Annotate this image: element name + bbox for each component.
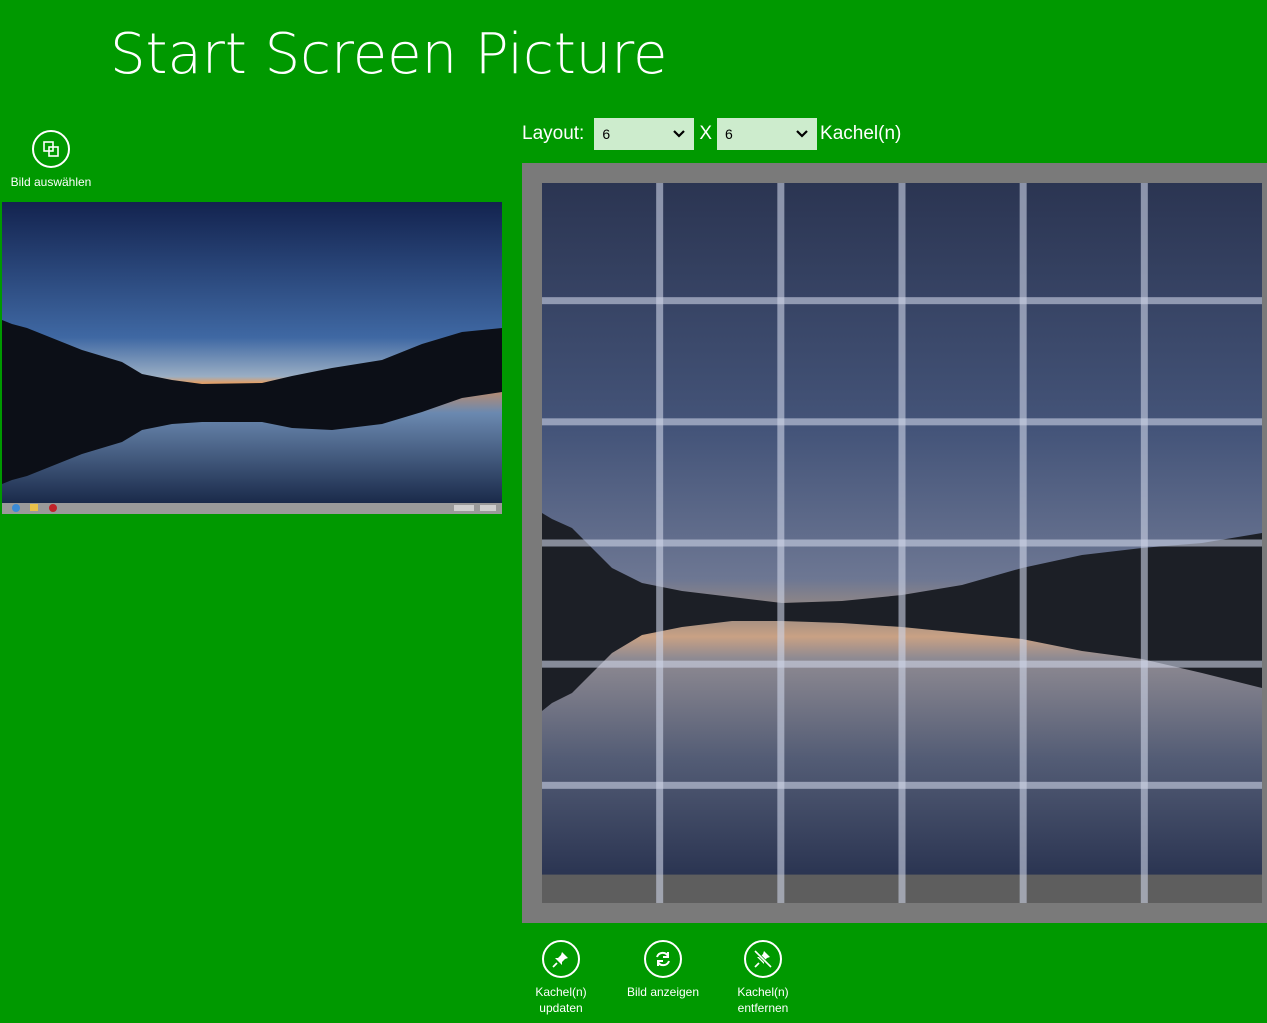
tile[interactable] (663, 425, 777, 539)
tile-grid-lines (542, 183, 1262, 903)
grid-separator-horizontal (542, 781, 1262, 789)
tile[interactable] (784, 668, 898, 782)
tile[interactable] (663, 547, 777, 661)
grid-separator-horizontal (542, 539, 1262, 547)
tile[interactable] (784, 789, 898, 903)
tile[interactable] (1148, 183, 1262, 297)
image-preview (2, 202, 502, 514)
tile[interactable] (906, 789, 1020, 903)
layout-separator: X (699, 123, 713, 144)
tile[interactable] (1027, 668, 1141, 782)
tile[interactable] (906, 668, 1020, 782)
chevron-down-icon (795, 126, 809, 142)
select-image-icon (32, 130, 70, 168)
tile[interactable] (906, 183, 1020, 297)
tile[interactable] (1027, 789, 1141, 903)
tile[interactable] (784, 183, 898, 297)
grid-separator-horizontal (542, 297, 1262, 305)
rows-select[interactable]: 6 (594, 118, 695, 150)
tile[interactable] (663, 789, 777, 903)
tile[interactable] (1148, 304, 1262, 418)
rows-select-value: 6 (602, 126, 611, 142)
show-image-button[interactable]: Bild anzeigen (608, 940, 718, 1000)
tile[interactable] (906, 425, 1020, 539)
remove-tiles-label-line1: Kachel(n) (737, 985, 789, 999)
tile[interactable] (542, 668, 656, 782)
tile[interactable] (1027, 304, 1141, 418)
layout-controls: Layout: 6 X 6 Kachel(n) (522, 118, 901, 150)
tile[interactable] (663, 183, 777, 297)
select-image-label: Bild auswählen (10, 175, 92, 189)
chevron-down-icon (672, 126, 686, 142)
tile[interactable] (1027, 547, 1141, 661)
tile[interactable] (1148, 547, 1262, 661)
tile[interactable] (663, 668, 777, 782)
grid-separator-horizontal (542, 418, 1262, 426)
tile[interactable] (542, 304, 656, 418)
select-image-button[interactable]: Bild auswählen (0, 130, 106, 190)
unpin-icon (744, 940, 782, 978)
layout-unit-label: Kachel(n) (820, 123, 902, 144)
tile[interactable] (663, 304, 777, 418)
tile[interactable] (906, 547, 1020, 661)
remove-tiles-label-line2: entfernen (737, 1001, 789, 1015)
remove-tiles-button[interactable]: Kachel(n) entfernen (708, 940, 818, 1016)
tile-grid-frame (522, 163, 1267, 923)
tile[interactable] (542, 789, 656, 903)
tile[interactable] (1148, 789, 1262, 903)
tile-grid (542, 183, 1262, 903)
pin-icon (542, 940, 580, 978)
tile[interactable] (1027, 183, 1141, 297)
cols-select[interactable]: 6 (717, 118, 818, 150)
tile[interactable] (1027, 425, 1141, 539)
update-tiles-label-line2: updaten (539, 1001, 583, 1015)
tile[interactable] (784, 425, 898, 539)
tile[interactable] (784, 304, 898, 418)
tile[interactable] (1148, 425, 1262, 539)
cols-select-value: 6 (725, 126, 733, 142)
tile[interactable] (542, 183, 656, 297)
update-tiles-label-line1: Kachel(n) (535, 985, 587, 999)
tile[interactable] (906, 304, 1020, 418)
update-tiles-button[interactable]: Kachel(n) updaten (506, 940, 616, 1016)
layout-label: Layout: (522, 123, 585, 144)
page-title: Start Screen Picture (110, 22, 668, 87)
refresh-icon (644, 940, 682, 978)
grid-separator-horizontal (542, 660, 1262, 668)
tile[interactable] (542, 425, 656, 539)
tile[interactable] (542, 547, 656, 661)
show-image-label: Bild anzeigen (626, 985, 700, 999)
tile[interactable] (784, 547, 898, 661)
tile[interactable] (1148, 668, 1262, 782)
